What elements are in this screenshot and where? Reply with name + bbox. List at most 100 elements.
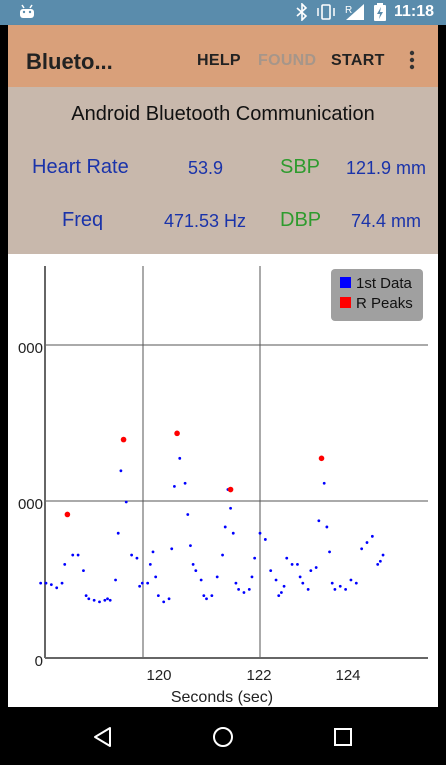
data-point [191,563,195,566]
data-point [103,598,107,602]
data-point [199,578,203,582]
data-point [250,575,254,579]
ecg-chart: 120 122 1240000000Seconds (sec)1st DataR P… [18,266,428,706]
data-point [360,547,364,551]
data-point [234,581,238,585]
data-point [82,569,85,573]
data-point [370,534,374,538]
data-point [338,584,342,588]
data-point [108,598,112,602]
data-point [170,547,174,551]
data-point [148,563,152,566]
dbp-value: 74.4 mm [351,211,422,231]
data-point [354,581,358,585]
data-point [344,587,347,591]
r-peak-point [174,430,180,437]
data-point [114,578,117,582]
sbp-label: SBP [280,156,321,178]
app-title: Blueto... [26,49,113,74]
data-point [317,519,321,523]
data-point [231,531,235,535]
data-point [138,584,142,588]
data-point [298,575,302,579]
x-axis-label: Seconds (sec) [171,689,273,706]
data-point [221,553,224,557]
recents-icon[interactable] [333,727,353,747]
data-point [119,469,123,473]
data-point [277,594,281,597]
data-point [183,481,187,485]
data-point [140,581,144,585]
data-point [84,594,88,597]
data-point [325,525,329,529]
data-point [263,538,267,541]
chart-area[interactable]: 120 122 124 0 000 000 Seconds (sec) 1st Data R P… [8,254,438,707]
data-point [282,584,286,588]
x-tick-label: 124 [335,667,360,684]
heart-rate-value: 53.9 [188,158,224,178]
data-point [167,597,171,601]
start-button[interactable]: START [331,52,385,70]
y-tick-label: 000 [18,340,43,357]
data-point [223,525,227,529]
data-point [116,531,120,535]
data-point [296,563,299,566]
help-button[interactable]: HELP [197,52,241,70]
status-bar: R 11:18 [0,0,446,25]
found-button[interactable]: FOUND [258,52,316,70]
data-point [135,556,139,560]
data-point [269,569,273,573]
android-notification-icon [20,4,34,18]
data-point [173,485,176,488]
data-point [333,587,337,591]
x-tick-label: 120 [146,667,171,684]
data-point [330,581,334,585]
data-point [306,587,310,591]
data-point [280,591,283,594]
data-point [63,563,67,566]
data-point [71,553,75,557]
signal-roaming-label: R [345,5,352,16]
data-point [309,569,313,573]
data-point [381,553,385,557]
data-point [87,597,91,601]
data-point [44,581,48,585]
data-point [194,569,198,573]
info-panel: Android Bluetooth Communication Heart Ra… [8,87,438,254]
freq-label: Freq [62,209,104,231]
r-peak-point [120,436,127,443]
r-peak-point [227,486,234,493]
data-point [210,594,214,597]
data-point [130,553,133,557]
data-point [229,506,232,510]
data-point [349,578,353,582]
r-peak-point [318,455,325,462]
data-point [205,597,208,601]
data-point [237,587,241,591]
data-point [186,513,190,516]
data-point [49,583,53,587]
data-point [378,559,382,563]
data-point [301,581,305,585]
data-point [285,556,289,560]
sbp-value: 121.9 mm [346,158,427,178]
data-point [124,500,128,504]
data-point [146,581,150,585]
status-time: 11:18 [393,3,434,20]
overflow-menu-icon[interactable] [406,50,418,70]
data-point [162,600,166,604]
data-point [328,550,331,554]
back-icon[interactable] [92,726,114,748]
home-icon[interactable] [212,726,234,748]
data-point [215,575,219,579]
data-point [189,544,192,548]
data-point [253,556,257,560]
data-point [247,587,251,591]
data-point [274,578,278,582]
freq-value: 471.53 Hz [164,211,247,231]
data-point [178,456,182,460]
data-point [365,541,369,544]
data-point [258,531,262,535]
data-point [151,550,155,554]
legend-swatch [340,277,351,288]
